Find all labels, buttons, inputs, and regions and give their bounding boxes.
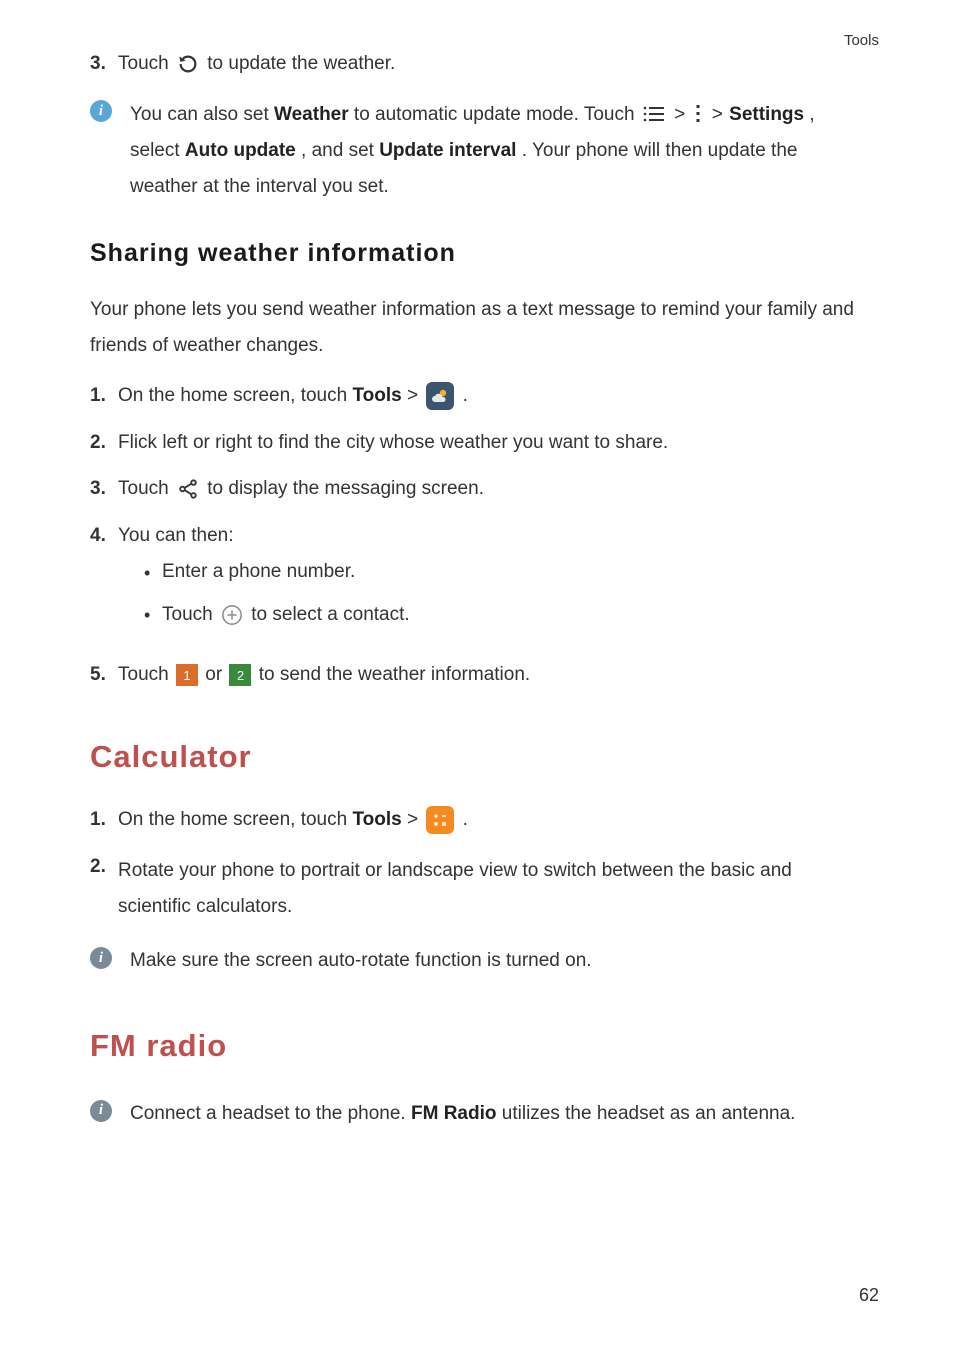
- fm-radio-heading: FM radio: [90, 1023, 869, 1070]
- bullet-item: • Touch to select a contact.: [144, 601, 869, 630]
- step-number: 2.: [90, 429, 118, 458]
- info-icon: i: [90, 947, 112, 969]
- step-body: Flick left or right to find the city who…: [118, 429, 869, 458]
- text-fragment: On the home screen, touch: [118, 810, 352, 831]
- step-body: You can then: • Enter a phone number. • …: [118, 522, 869, 644]
- text-fragment: >: [711, 97, 724, 133]
- text-fragment: Touch: [118, 53, 174, 74]
- text-fragment: >: [407, 810, 423, 831]
- weather-step-3: 3. Touch to update the weather.: [90, 50, 869, 79]
- text-fragment: to select a contact.: [251, 604, 409, 625]
- text-fragment: .: [463, 810, 468, 831]
- sharing-step-1: 1. On the home screen, touch Tools > .: [90, 382, 869, 411]
- page-content: 3. Touch to update the weather. i You ca…: [90, 50, 869, 1132]
- text-fragment: to send the weather information.: [259, 664, 530, 685]
- tip-body: Make sure the screen auto-rotate functio…: [130, 943, 869, 979]
- bold-fm-radio: FM Radio: [411, 1103, 497, 1124]
- sharing-step-2: 2. Flick left or right to find the city …: [90, 429, 869, 458]
- info-icon: i: [90, 100, 112, 122]
- step-number: 4.: [90, 522, 118, 644]
- text-fragment: Touch: [118, 664, 174, 685]
- bullet-text: Touch to select a contact.: [162, 601, 869, 630]
- share-icon: [177, 478, 199, 500]
- sharing-intro: Your phone lets you send weather informa…: [90, 292, 869, 364]
- tip-icon-col: i: [90, 943, 130, 979]
- sharing-step-4: 4. You can then: • Enter a phone number.…: [90, 522, 869, 644]
- list-menu-icon: [643, 105, 665, 123]
- calculator-heading: Calculator: [90, 734, 869, 781]
- bullet-item: • Enter a phone number.: [144, 558, 869, 587]
- info-icon: i: [90, 1100, 112, 1122]
- bold-auto-update: Auto update: [185, 140, 296, 161]
- tip-icon-col: i: [90, 1096, 130, 1132]
- step-number: 1.: [90, 382, 118, 411]
- text-fragment: You can also set: [130, 104, 274, 125]
- calculator-step-2: 2. Rotate your phone to portrait or land…: [90, 853, 869, 925]
- calculator-step-1: 1. On the home screen, touch Tools > .: [90, 806, 869, 835]
- fm-radio-tip: i Connect a headset to the phone. FM Rad…: [90, 1096, 869, 1132]
- text-fragment: You can then:: [118, 525, 234, 546]
- step-body: Touch 1 or 2 to send the weather informa…: [118, 661, 869, 690]
- text-fragment: utilizes the headset as an antenna.: [502, 1103, 796, 1124]
- bullet-text: Enter a phone number.: [162, 558, 869, 587]
- sim1-icon: 1: [176, 664, 198, 686]
- step-number: 5.: [90, 661, 118, 690]
- bold-weather: Weather: [274, 104, 349, 125]
- step-number: 3.: [90, 50, 118, 79]
- header-section-label: Tools: [844, 32, 879, 49]
- step-number: 1.: [90, 806, 118, 835]
- sim2-icon: 2: [229, 664, 251, 686]
- step-body: Touch to update the weather.: [118, 50, 869, 79]
- weather-app-icon: [426, 382, 454, 410]
- text-fragment: .: [463, 385, 468, 406]
- refresh-icon: [177, 53, 199, 75]
- text-fragment: to display the messaging screen.: [207, 478, 484, 499]
- bold-tools: Tools: [352, 385, 401, 406]
- sharing-heading: Sharing weather information: [90, 235, 869, 273]
- bold-update-interval: Update interval: [379, 140, 516, 161]
- step-body: On the home screen, touch Tools > .: [118, 382, 869, 411]
- sharing-step-3: 3. Touch to display the messaging screen…: [90, 475, 869, 504]
- overflow-menu-icon: [694, 103, 702, 125]
- text-fragment: >: [673, 97, 686, 133]
- step-number: 3.: [90, 475, 118, 504]
- weather-tip: i You can also set Weather to automatic …: [90, 97, 869, 205]
- text-fragment: Connect a headset to the phone.: [130, 1103, 411, 1124]
- step-number: 2.: [90, 853, 118, 925]
- text-fragment: to automatic update mode. Touch: [354, 104, 640, 125]
- tip-icon-col: i: [90, 97, 130, 205]
- page-number: 62: [859, 1285, 879, 1306]
- text-fragment: to update the weather.: [207, 53, 395, 74]
- add-contact-icon: [221, 604, 243, 626]
- text-fragment: or: [205, 664, 227, 685]
- bullet-dot: •: [144, 564, 162, 582]
- bullet-list: • Enter a phone number. • Touch to selec…: [118, 558, 869, 629]
- step-body: Touch to display the messaging screen.: [118, 475, 869, 504]
- bold-tools: Tools: [352, 810, 401, 831]
- text-fragment: >: [407, 385, 423, 406]
- tip-body: You can also set Weather to automatic up…: [130, 97, 869, 205]
- tip-body: Connect a headset to the phone. FM Radio…: [130, 1096, 869, 1132]
- step-body: Rotate your phone to portrait or landsca…: [118, 853, 869, 925]
- sharing-step-5: 5. Touch 1 or 2 to send the weather info…: [90, 661, 869, 690]
- text-fragment: Touch: [118, 478, 174, 499]
- text-fragment: Touch: [162, 604, 218, 625]
- calculator-app-icon: [426, 806, 454, 834]
- bullet-dot: •: [144, 606, 162, 624]
- text-fragment: , and set: [301, 140, 379, 161]
- calculator-tip: i Make sure the screen auto-rotate funct…: [90, 943, 869, 979]
- step-body: On the home screen, touch Tools > .: [118, 806, 869, 835]
- bold-settings: Settings: [729, 104, 804, 125]
- text-fragment: On the home screen, touch: [118, 385, 352, 406]
